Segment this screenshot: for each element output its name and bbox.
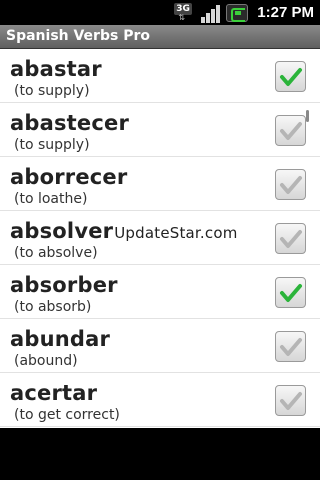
- verb-checkbox[interactable]: [275, 331, 306, 362]
- watermark-text: UpdateStar.com: [114, 224, 238, 242]
- verb-translation: (to absorb): [14, 299, 92, 315]
- verb-checkbox[interactable]: [275, 115, 306, 146]
- checkmark-icon: [280, 176, 302, 194]
- verb-translation: (to get correct): [14, 407, 120, 423]
- list-item[interactable]: absorber (to absorb): [0, 265, 320, 319]
- list-item[interactable]: aborrecer (to loathe): [0, 157, 320, 211]
- verb-label: aborrecer: [10, 165, 128, 189]
- status-time: 1:27 PM: [257, 4, 314, 21]
- list-item[interactable]: acertar (to get correct): [0, 373, 320, 427]
- checkmark-icon: [280, 68, 302, 86]
- list-item[interactable]: abastar (to supply): [0, 49, 320, 103]
- verb-translation: (to absolve): [14, 245, 98, 261]
- verb-label: abastar: [10, 57, 102, 81]
- verb-checkbox[interactable]: [275, 169, 306, 200]
- list-item[interactable]: abastecer (to supply): [0, 103, 320, 157]
- checkmark-icon: [280, 392, 302, 410]
- list-item[interactable]: absolverUpdateStar.com (to absolve): [0, 211, 320, 265]
- verb-checkbox[interactable]: [275, 223, 306, 254]
- status-icons: 3G ⇅ 1:27 PM: [174, 0, 314, 25]
- checkmark-icon: [280, 230, 302, 248]
- verb-label: abastecer: [10, 111, 130, 135]
- verb-checkbox[interactable]: [275, 385, 306, 416]
- verb-label: absolverUpdateStar.com: [10, 219, 238, 243]
- list-item[interactable]: abundar (abound): [0, 319, 320, 373]
- verb-translation: (abound): [14, 353, 78, 369]
- checkmark-icon: [280, 284, 302, 302]
- verb-list[interactable]: abastar (to supply) abastecer (to supply…: [0, 49, 320, 428]
- bottom-area: [0, 428, 320, 480]
- status-bar: 3G ⇅ 1:27 PM: [0, 0, 320, 25]
- verb-translation: (to supply): [14, 83, 90, 99]
- verb-translation: (to supply): [14, 137, 90, 153]
- checkmark-icon: [280, 338, 302, 356]
- verb-checkbox[interactable]: [275, 61, 306, 92]
- verb-checkbox[interactable]: [275, 277, 306, 308]
- app-title: Spanish Verbs Pro: [6, 28, 150, 44]
- battery-icon: [226, 3, 249, 22]
- network-3g-icon: 3G ⇅: [174, 2, 192, 22]
- scrollbar-thumb[interactable]: [306, 110, 309, 122]
- verb-label: abundar: [10, 327, 111, 351]
- verb-label: acertar: [10, 381, 98, 405]
- checkmark-icon: [280, 122, 302, 140]
- signal-icon: [199, 3, 221, 23]
- verb-label: absorber: [10, 273, 118, 297]
- app-title-bar: Spanish Verbs Pro: [0, 25, 320, 49]
- verb-translation: (to loathe): [14, 191, 88, 207]
